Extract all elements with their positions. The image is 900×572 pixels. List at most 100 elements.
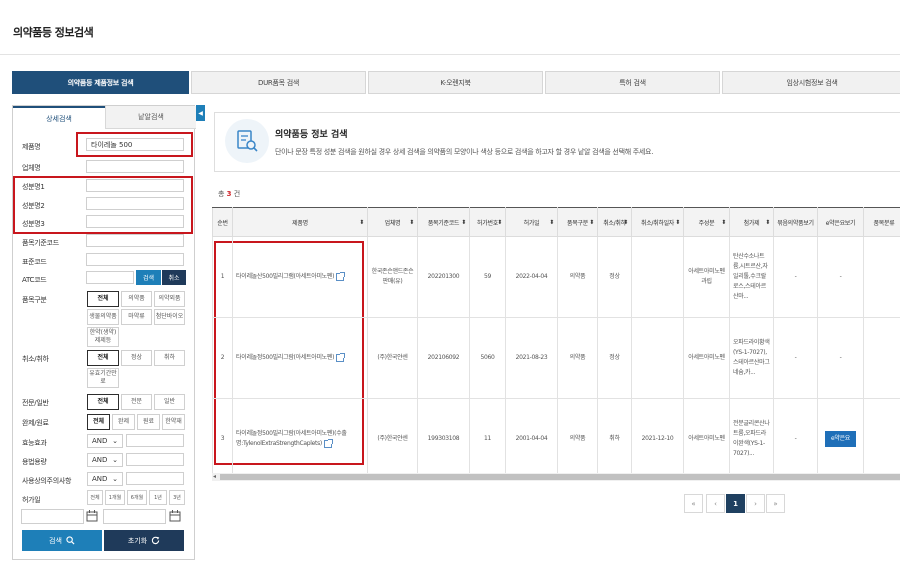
info-title: 의약품등 정보 검색 (275, 130, 348, 140)
col-cancel[interactable]: 취소/취하 ⬍ (597, 207, 632, 237)
item-type-narcotic[interactable]: 마약류 (121, 309, 152, 325)
tab-dur-search[interactable]: DUR품목 검색 (191, 71, 366, 94)
cancel-withdrawn[interactable]: 취하 (154, 350, 185, 366)
atc-search-button[interactable]: 검색 (136, 270, 161, 285)
col-additive[interactable]: 첨가제 ⬍ (729, 207, 774, 237)
finished-herb[interactable]: 한약재 (162, 414, 185, 430)
page-first-button[interactable]: « (684, 494, 703, 513)
item-code-input[interactable] (86, 234, 184, 247)
col-permit-date[interactable]: 허가일 ⬍ (505, 207, 558, 237)
label-item-type: 품목구분 (22, 296, 47, 304)
label-atc-code: ATC코드 (22, 276, 47, 284)
caution-input[interactable] (126, 472, 184, 485)
sort-icon[interactable]: ⬍ (461, 219, 466, 226)
col-permit-no[interactable]: 허가번호 ⬍ (469, 207, 506, 237)
product-link[interactable]: 타이레놀정500밀리그람(아세트아미노펜)(수출명:TylenolExtraSt… (232, 398, 368, 480)
col-ingredient[interactable]: 주성분 ⬍ (683, 207, 730, 237)
sort-icon[interactable]: ⬍ (765, 219, 770, 226)
period-6month[interactable]: 6개월 (127, 490, 147, 505)
atc-cancel-button[interactable]: 취소 (162, 270, 186, 285)
finished-raw[interactable]: 원료 (137, 414, 160, 430)
period-1month[interactable]: 1개월 (105, 490, 125, 505)
label-std-code: 표준코드 (22, 258, 47, 266)
col-product-name[interactable]: 제품명 ⬍ (232, 207, 368, 237)
page-next-button[interactable]: › (746, 494, 765, 513)
ingredient2-input[interactable] (86, 197, 184, 210)
external-link-icon[interactable] (323, 438, 333, 448)
caution-operator-select[interactable]: AND ⌄ (87, 472, 123, 486)
calendar-icon[interactable] (86, 510, 98, 522)
sort-icon[interactable]: ⬍ (359, 219, 364, 226)
date-to-input[interactable] (103, 509, 166, 524)
date-from-input[interactable] (21, 509, 84, 524)
period-all[interactable]: 전체 (87, 490, 103, 505)
calendar-icon[interactable] (169, 510, 181, 522)
efficacy-input[interactable] (126, 434, 184, 447)
external-link-icon[interactable] (336, 352, 346, 362)
product-link[interactable]: 타이레놀정500밀리그람(아세트아미노펜) (232, 317, 368, 399)
tab-k-orangebook[interactable]: K-오렌지북 (368, 71, 543, 94)
tab-product-search[interactable]: 의약품등 제품정보 검색 (12, 71, 189, 94)
sort-icon[interactable]: ⬍ (623, 219, 628, 226)
tab-single-pill-search[interactable]: 낱알검색 (105, 106, 196, 129)
product-name-input[interactable]: 타이레놀 500 (86, 138, 184, 151)
rx-general[interactable]: 일반 (154, 394, 185, 410)
scrollbar-thumb[interactable] (220, 474, 900, 480)
rx-prescription[interactable]: 전문 (121, 394, 152, 410)
finished-all[interactable]: 전체 (87, 414, 110, 430)
label-item-code: 품목기준코드 (22, 239, 59, 247)
tab-clinical-search[interactable]: 임상시험정보 검색 (722, 71, 900, 94)
easy-drug-button[interactable]: e약은요 (824, 431, 857, 447)
page-last-button[interactable]: » (766, 494, 785, 513)
label-ingredient2: 성분명2 (22, 202, 45, 210)
col-item-code[interactable]: 품목기준코드 ⬍ (417, 207, 470, 237)
page-1-button[interactable]: 1 (726, 494, 745, 513)
tab-patent-search[interactable]: 특허 검색 (545, 71, 720, 94)
rx-all[interactable]: 전체 (87, 394, 119, 410)
cancel-expired[interactable]: 유효기간만료 (87, 368, 119, 388)
item-type-advanced-bio[interactable]: 첨단바이오 (154, 309, 185, 325)
company-input[interactable] (86, 160, 184, 173)
page-prev-button[interactable]: ‹ (706, 494, 725, 513)
item-type-all[interactable]: 전체 (87, 291, 119, 307)
item-type-drug[interactable]: 의약품 (121, 291, 152, 307)
sort-icon[interactable]: ⬍ (675, 219, 680, 226)
period-1year[interactable]: 1년 (149, 490, 167, 505)
dosage-operator-select[interactable]: AND ⌄ (87, 453, 123, 467)
product-link[interactable]: 타이레놀산500밀리그램(아세트아미노펜) (232, 236, 368, 318)
reset-button[interactable]: 초기화 (104, 530, 184, 551)
period-3year[interactable]: 3년 (169, 490, 185, 505)
sort-icon[interactable]: ⬍ (409, 219, 414, 226)
finished-product[interactable]: 완제 (112, 414, 135, 430)
ingredient1-input[interactable] (86, 179, 184, 192)
label-ingredient3: 성분명3 (22, 220, 45, 228)
atc-code-input[interactable] (86, 271, 134, 284)
cancel-normal[interactable]: 정상 (121, 350, 152, 366)
item-type-herbal[interactable]: 한약(생약)제제등 (87, 327, 119, 347)
item-type-bio[interactable]: 생물의약품 (87, 309, 119, 325)
std-code-input[interactable] (86, 253, 184, 266)
search-button[interactable]: 검색 (22, 530, 102, 551)
tab-detail-search[interactable]: 상세검색 (13, 106, 105, 129)
label-cancel: 취소/취하 (22, 355, 49, 363)
document-search-icon (237, 130, 258, 152)
dosage-input[interactable] (126, 453, 184, 466)
col-bundle: 묶음의약품보기 (773, 207, 818, 237)
collapse-panel-button[interactable]: ◀ (196, 105, 205, 121)
scroll-left-icon[interactable]: ◂ (213, 473, 216, 480)
sort-icon[interactable]: ⬍ (497, 219, 502, 226)
col-company[interactable]: 업체명 ⬍ (367, 207, 418, 237)
sort-icon[interactable]: ⬍ (589, 219, 594, 226)
item-type-quasi-drug[interactable]: 의약외품 (154, 291, 185, 307)
sort-icon[interactable]: ⬍ (549, 219, 554, 226)
external-link-icon[interactable] (336, 271, 346, 281)
sort-icon[interactable]: ⬍ (721, 219, 726, 226)
ingredient3-input[interactable] (86, 215, 184, 228)
col-cancel-date[interactable]: 취소/취하일자 ⬍ (631, 207, 684, 237)
table-row: 2 타이레놀정500밀리그람(아세트아미노펜) (주)한국얀센 20210609… (212, 317, 900, 399)
horizontal-scrollbar[interactable]: ◂ (212, 473, 900, 481)
col-item-type[interactable]: 품목구분 ⬍ (557, 207, 598, 237)
label-finished: 완제/원료 (22, 419, 49, 427)
efficacy-operator-select[interactable]: AND ⌄ (87, 434, 123, 448)
cancel-all[interactable]: 전체 (87, 350, 119, 366)
